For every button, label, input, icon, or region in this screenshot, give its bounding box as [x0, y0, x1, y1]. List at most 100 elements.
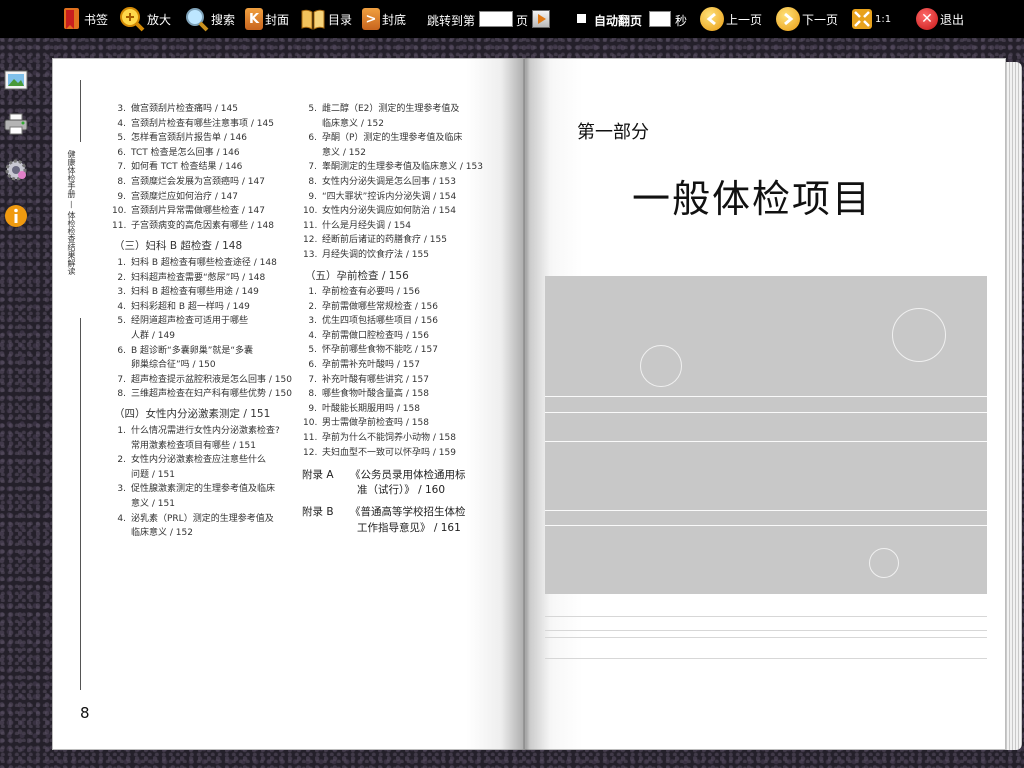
toc-entry-number: 12. [303, 447, 318, 458]
toc-entry[interactable]: 临床意义 / 152 [112, 525, 193, 538]
search-icon [183, 6, 209, 32]
toc-entry-text: 哪些食物叶酸含量高 / 158 [322, 389, 429, 400]
toc-entry[interactable]: 8. 宫颈糜烂会发展为宫颈癌吗 / 147 [112, 174, 265, 187]
toc-entry-text: 泌乳素（PRL）测定的生理参考值及 [131, 513, 274, 524]
toc-entry[interactable]: 6. TCT 检查是怎么回事 / 146 [112, 145, 239, 158]
gear-icon[interactable] [4, 158, 28, 182]
toc-entry-number: 9. [117, 191, 126, 202]
toc-entry[interactable]: 11. 孕前为什么不能饲养小动物 / 158 [303, 430, 456, 443]
decor-line [545, 396, 987, 397]
info-icon[interactable] [4, 204, 28, 228]
actual-size-button[interactable]: 1:1 [851, 5, 891, 33]
zoom-label: 放大 [147, 12, 172, 27]
toc-entry[interactable]: 5. 雌二醇（E2）测定的生理参考值及 [303, 101, 459, 114]
toc-entry[interactable]: 9. 宫颈糜烂应如何治疗 / 147 [112, 189, 238, 202]
page-unit-label: 页 [516, 14, 529, 28]
auto-flip-seconds-input[interactable] [649, 11, 671, 27]
bookmark-button[interactable]: 书签 [62, 5, 108, 33]
toc-entry[interactable]: 4. 泌乳素（PRL）测定的生理参考值及 [112, 511, 274, 524]
toc-entry[interactable]: 10. 男士需做孕前检查吗 / 158 [303, 415, 429, 428]
auto-flip-checkbox[interactable] [577, 14, 586, 23]
toc-entry[interactable]: 2. 孕前需做哪些常规检查 / 156 [303, 299, 438, 312]
toc-entry[interactable]: 8. 哪些食物叶酸含量高 / 158 [303, 386, 429, 399]
bookmark-icon [62, 7, 82, 31]
toc-entry-text: 孕前为什么不能饲养小动物 / 158 [322, 433, 456, 443]
toc-entry[interactable]: 1. 孕前检查有必要吗 / 156 [303, 284, 420, 297]
appendix-b-title-2[interactable]: 工作指导意见》 / 161 [357, 519, 461, 537]
section-heading-5[interactable]: （五）孕前检查 / 156 [305, 268, 409, 283]
toc-entry[interactable]: 8. 三维超声检查在妇产科有哪些优势 / 150 [112, 386, 292, 399]
toc-entry[interactable]: 临床意义 / 152 [303, 116, 384, 129]
toc-entry-text: 促性腺激素测定的生理参考值及临床 [131, 484, 276, 495]
toc-entry[interactable]: 3. 促性腺激素测定的生理参考值及临床 [112, 481, 275, 494]
section-heading-4[interactable]: （四）女性内分泌激素测定 / 151 [114, 406, 270, 421]
toc-button[interactable]: 目录 [300, 5, 352, 33]
toc-entry[interactable]: 5. 怎样看宫颈刮片报告单 / 146 [112, 130, 247, 143]
zoom-button[interactable]: 放大 [119, 5, 171, 33]
toc-entry[interactable]: 7. 如何看 TCT 检查结果 / 146 [112, 159, 242, 172]
toc-entry-text: 卵巢综合征”吗 / 150 [131, 360, 216, 371]
toc-entry[interactable]: 5. 怀孕前哪些食物不能吃 / 157 [303, 342, 438, 355]
toc-entry[interactable]: 7. 超声检查提示盆腔积液是怎么回事 / 150 [112, 372, 292, 385]
toc-entry-number: 11. [112, 220, 127, 231]
prev-page-label: 上一页 [726, 12, 763, 27]
toc-entry[interactable]: 人群 / 149 [112, 328, 175, 341]
toc-entry[interactable]: 意义 / 152 [303, 145, 366, 158]
search-button[interactable]: 搜索 [183, 5, 235, 33]
toc-entry-number: 9. [308, 403, 317, 414]
toc-entry[interactable]: 7. 补充叶酸有哪些讲究 / 157 [303, 372, 429, 385]
toc-entry-number: 5. [117, 316, 126, 327]
jump-page-input[interactable] [479, 11, 513, 27]
section-heading-3[interactable]: （三）妇科 B 超检查 / 148 [114, 238, 242, 253]
toc-entry[interactable]: 常用激素检查项目有哪些 / 151 [112, 438, 256, 451]
next-page-button[interactable]: 下一页 [776, 5, 838, 33]
part-title: 一般体检项目 [632, 177, 873, 221]
cover-button[interactable]: K 封面 [245, 5, 289, 33]
toc-entry[interactable]: 10. 女性内分泌失调应如何防治 / 154 [303, 203, 456, 216]
toc-entry[interactable]: 3. 做宫颈刮片检查痛吗 / 145 [112, 101, 238, 114]
toc-entry[interactable]: 5. 经阴道超声检查可适用于哪些 [112, 313, 248, 326]
toc-entry[interactable]: 2. 女性内分泌激素检查应注意些什么 [112, 452, 266, 465]
prev-page-button[interactable]: 上一页 [700, 5, 762, 33]
toc-entry[interactable]: 9. “四大罪状”控诉内分泌失调 / 154 [303, 189, 456, 202]
toc-entry[interactable]: 7. 睾酮测定的生理参考值及临床意义 / 153 [303, 159, 483, 172]
toc-entry[interactable]: 12. 经断前后诸证的药膳食疗 / 155 [303, 232, 447, 245]
toc-entry[interactable]: 6. 孕酮（P）测定的生理参考值及临床 [303, 130, 462, 143]
toc-entry[interactable]: 6. 孕前需补充叶酸吗 / 157 [303, 357, 420, 370]
page-number: 8 [80, 704, 90, 722]
toc-entry[interactable]: 11. 什么是月经失调 / 154 [303, 218, 411, 231]
decor-circle [640, 345, 682, 387]
toc-entry[interactable]: 1. 妇科 B 超检查有哪些检查途径 / 148 [112, 255, 276, 268]
toc-entry-number: 6. [308, 133, 317, 144]
toc-entry[interactable]: 12. 夫妇血型不一致可以怀孕吗 / 159 [303, 445, 456, 458]
toc-entry-text: B 超诊断“多囊卵巢”就是“多囊 [131, 345, 254, 356]
appendix-a-label: 附录 A [302, 469, 334, 481]
toc-entry[interactable]: 8. 女性内分泌失调是怎么回事 / 153 [303, 174, 456, 187]
arrow-left-icon [700, 7, 724, 31]
appendix-b-label: 附录 B [302, 506, 334, 518]
printer-icon[interactable] [4, 112, 28, 136]
exit-button[interactable]: ✕ 退出 [916, 5, 964, 33]
toc-entry-text: 孕酮（P）测定的生理参考值及临床 [322, 133, 463, 144]
toc-entry[interactable]: 10. 宫颈刮片异常需做哪些检查 / 147 [112, 203, 265, 216]
picture-icon[interactable] [4, 68, 28, 92]
toc-entry[interactable]: 意义 / 151 [112, 496, 175, 509]
toc-entry[interactable]: 2. 妇科超声检查需要“憋尿”吗 / 148 [112, 270, 265, 283]
toc-entry[interactable]: 11. 子宫颈病变的高危因素有哪些 / 148 [112, 218, 274, 231]
toc-entry[interactable]: 1. 什么情况需进行女性内分泌激素检查? [112, 423, 279, 436]
toc-entry[interactable]: 13. 月经失调的饮食疗法 / 155 [303, 247, 429, 260]
toc-entry[interactable]: 3. 优生四项包括哪些项目 / 156 [303, 313, 438, 326]
appendix-a-title-2[interactable]: 准（试行）》 / 160 [357, 481, 445, 499]
toc-entry[interactable]: 4. 孕前需做口腔检查吗 / 156 [303, 328, 429, 341]
toc-entry[interactable]: 9. 叶酸能长期服用吗 / 158 [303, 401, 420, 414]
toc-entry[interactable]: 3. 妇科 B 超检查有哪些用途 / 149 [112, 284, 258, 297]
book-icon [300, 7, 326, 31]
jump-go-button[interactable] [532, 10, 550, 28]
back-cover-button[interactable]: > 封底 [362, 5, 406, 33]
toc-entry[interactable]: 卵巢综合征”吗 / 150 [112, 357, 216, 370]
toc-entry[interactable]: 4. 宫颈刮片检查有哪些注意事项 / 145 [112, 116, 274, 129]
toc-entry[interactable]: 6. B 超诊断“多囊卵巢”就是“多囊 [112, 343, 253, 356]
toc-entry[interactable]: 问题 / 151 [112, 467, 175, 480]
toc-entry[interactable]: 4. 妇科彩超和 B 超一样吗 / 149 [112, 299, 249, 312]
toc-entry-text: 宫颈刮片异常需做哪些检查 / 147 [131, 206, 265, 217]
